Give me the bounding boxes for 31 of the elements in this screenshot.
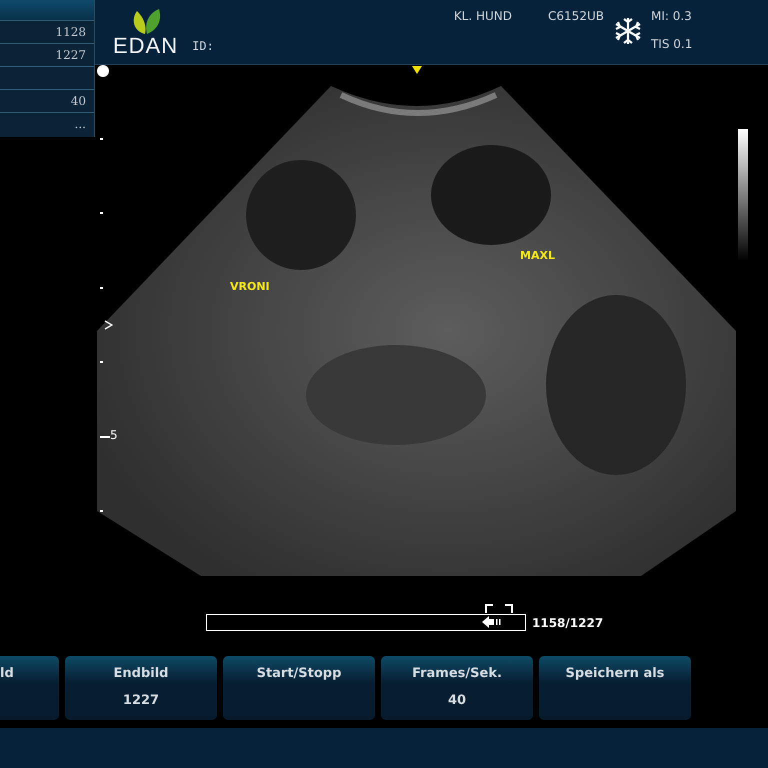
depth-label: 5 bbox=[110, 428, 118, 442]
arrow-left-icon bbox=[482, 616, 502, 628]
soft-key-button[interactable]: Start/Stopp bbox=[223, 656, 375, 720]
side-panel-field: 1128 bbox=[0, 20, 94, 43]
soft-key-button[interactable]: Endbild 1227 bbox=[65, 656, 217, 720]
soft-key-button[interactable]: Speichern als bbox=[539, 656, 691, 720]
depth-tick bbox=[100, 510, 103, 512]
side-panel-field: 1227 bbox=[0, 43, 94, 66]
brand-logo-text: EDAN bbox=[113, 35, 178, 57]
loop-bracket-icon bbox=[485, 604, 514, 614]
patient-id-label: ID: bbox=[192, 39, 214, 53]
mechanical-index: MI: 0.3 bbox=[650, 9, 692, 23]
orientation-triangle-icon bbox=[412, 66, 422, 74]
side-panel-field: 40 bbox=[0, 89, 94, 112]
annotation-text: MAXL bbox=[520, 249, 555, 262]
depth-tick bbox=[100, 212, 103, 214]
depth-tick bbox=[100, 436, 110, 438]
exam-preset: KL. HUND bbox=[454, 9, 512, 23]
depth-tick bbox=[100, 287, 103, 289]
side-panel-field: ... bbox=[0, 112, 94, 135]
soft-key-button[interactable]: Frames/Sek. 40 bbox=[381, 656, 533, 720]
probe-name: C6152UB bbox=[548, 9, 604, 23]
depth-tick bbox=[100, 138, 103, 140]
frame-counter: 1158/1227 bbox=[532, 616, 604, 630]
cine-progress-bar[interactable] bbox=[206, 614, 526, 631]
thermal-index: TIS 0.1 bbox=[650, 37, 692, 51]
focus-marker-icon bbox=[104, 320, 113, 330]
soft-key-button[interactable]: ld bbox=[0, 656, 59, 720]
depth-tick bbox=[100, 361, 103, 363]
circle-icon bbox=[97, 65, 109, 77]
annotation-text: VRONI bbox=[230, 280, 270, 293]
